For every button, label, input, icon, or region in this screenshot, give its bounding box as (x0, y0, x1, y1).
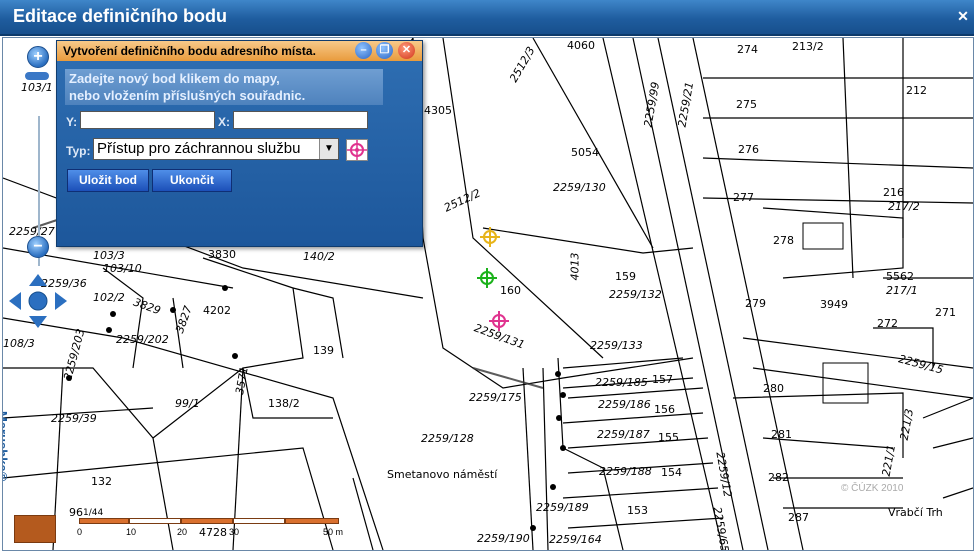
parcel-label: 103/3 (93, 249, 125, 262)
parcel-label: 2259/39 (51, 412, 97, 425)
parcel-label: 3949 (820, 298, 848, 311)
parcel-label: 2259/188 (599, 465, 652, 478)
scale-label: 0 (77, 527, 83, 537)
window-titlebar: Editace definičního bodu ✕ (0, 0, 974, 36)
close-icon[interactable]: ✕ (398, 42, 415, 59)
dialog-header[interactable]: Vytvoření definičního bodu adresního mís… (57, 41, 422, 61)
parcel-label: 280 (763, 382, 784, 395)
parcel-label: 278 (773, 234, 794, 247)
parcel-label: 140/2 (303, 250, 335, 263)
parcel-label: 4060 (567, 39, 595, 52)
scale-bar (79, 518, 339, 524)
parcel-label: 271 (935, 306, 956, 319)
parcel-label: 5054 (571, 146, 599, 159)
zoom-out-icon[interactable]: − (27, 236, 49, 258)
dialog-hint: Zadejte nový bod klikem do mapy, nebo vl… (65, 69, 383, 105)
parcel-label: 4202 (203, 304, 231, 317)
parcel-label: 139 (313, 344, 334, 357)
parcel-label: 217/2 (888, 200, 920, 213)
parcel-label: 159 (615, 270, 636, 283)
parcel-label: 4728 (199, 526, 227, 539)
parcel-label: 132 (91, 475, 112, 488)
parcel-label: 160 (500, 284, 521, 297)
parcel-label: 275 (736, 98, 757, 111)
scale-label: 20 (177, 527, 188, 537)
parcel-label: 153 (627, 504, 648, 517)
parcel-label: 5562 (886, 270, 914, 283)
chevron-down-icon[interactable]: ▼ (319, 139, 338, 159)
parcel-label: 4013 (568, 252, 582, 281)
parcel-label: 2259/186 (598, 398, 651, 411)
window-close-icon[interactable]: ✕ (956, 9, 970, 23)
parcel-label: 2259/187 (597, 428, 650, 441)
window-title: Editace definičního bodu (13, 6, 228, 26)
parcel-label: 3830 (208, 248, 236, 261)
type-select-value: Přístup pro záchrannou službu (97, 140, 301, 157)
restore-icon[interactable]: ❐ (376, 42, 393, 59)
copyright: © ČÚZK 2010 (841, 483, 904, 494)
save-point-button[interactable]: Uložit bod (67, 169, 149, 192)
parcel-label: 272 (877, 317, 898, 330)
parcel-label: 2259/189 (536, 501, 589, 514)
hint-line-2: nebo vložením příslušných souřadnic. (69, 88, 306, 103)
parcel-label: 154 (661, 466, 682, 479)
defpoint-green-icon (477, 268, 497, 288)
parcel-label: 103/1 (21, 81, 53, 94)
pan-icon[interactable] (7, 272, 69, 330)
parcel-label: 276 (738, 143, 759, 156)
parcel-label: 157 (652, 373, 673, 386)
parcel-label: 99/1 (175, 397, 200, 410)
parcel-label: 138/2 (268, 397, 300, 410)
parcel-label: 1/44 (83, 508, 104, 518)
minimize-icon[interactable]: – (355, 42, 372, 59)
parcel-label: 281 (771, 428, 792, 441)
parcel-label: 2259/185 (595, 376, 648, 389)
parcel-label: 279 (745, 297, 766, 310)
parcel-label: 155 (658, 431, 679, 444)
parcel-label: 2259/132 (609, 288, 662, 301)
pick-point-button[interactable] (346, 139, 368, 161)
parcel-label: 2259/27 (9, 225, 55, 238)
parcel-label: 2259/164 (549, 533, 602, 546)
scale-label: 30 (229, 527, 240, 537)
crosshair-target-icon (347, 140, 367, 160)
parcel-label: 274 (737, 43, 758, 56)
scale-label: 50 m (323, 527, 344, 537)
parcel-label: 2259/190 (477, 532, 530, 545)
type-label: Typ: (66, 144, 91, 158)
brand-label: Marushka® (2, 411, 10, 482)
parcel-label: 2259/128 (421, 432, 474, 445)
dialog-title: Vytvoření definičního bodu adresního mís… (63, 44, 316, 58)
parcel-label: 282 (768, 471, 789, 484)
parcel-label: 2259/133 (590, 339, 643, 352)
definition-point-dialog: Vytvoření definičního bodu adresního mís… (56, 40, 423, 247)
parcel-label: 103/10 (103, 262, 142, 275)
hint-line-1: Zadejte nový bod klikem do mapy, (69, 71, 280, 86)
parcel-label: 108/3 (3, 337, 35, 350)
parcel-label: 102/2 (93, 291, 125, 304)
parcel-label: 212 (906, 84, 927, 97)
x-coordinate-input[interactable] (233, 111, 368, 129)
zoom-slider-handle[interactable] (25, 72, 49, 80)
parcel-label: 216 (883, 186, 904, 199)
y-label: Y: (66, 115, 78, 129)
parcel-label: 287 (788, 511, 809, 524)
y-coordinate-input[interactable] (80, 111, 215, 129)
type-select[interactable]: Přístup pro záchrannou službu ▼ (93, 138, 339, 160)
parcel-label: 2259/175 (469, 391, 522, 404)
zoom-in-icon[interactable]: + (27, 46, 49, 68)
parcel-label: 156 (654, 403, 675, 416)
parcel-label: 217/1 (886, 284, 918, 297)
parcel-label: 2259/130 (553, 181, 606, 194)
map-place-name: Smetanovo náměstí (387, 468, 498, 481)
scale-label: 10 (126, 527, 137, 537)
parcel-label: 2259/202 (116, 333, 169, 346)
x-label: X: (218, 115, 230, 129)
map-place-name: Vrabčí Trh (888, 506, 943, 519)
parcel-label: 277 (733, 191, 754, 204)
finish-button[interactable]: Ukončit (152, 169, 232, 192)
parcel-label: 213/2 (792, 40, 824, 53)
parcel-label: 4305 (424, 104, 452, 117)
brand-logo-icon (14, 515, 56, 543)
